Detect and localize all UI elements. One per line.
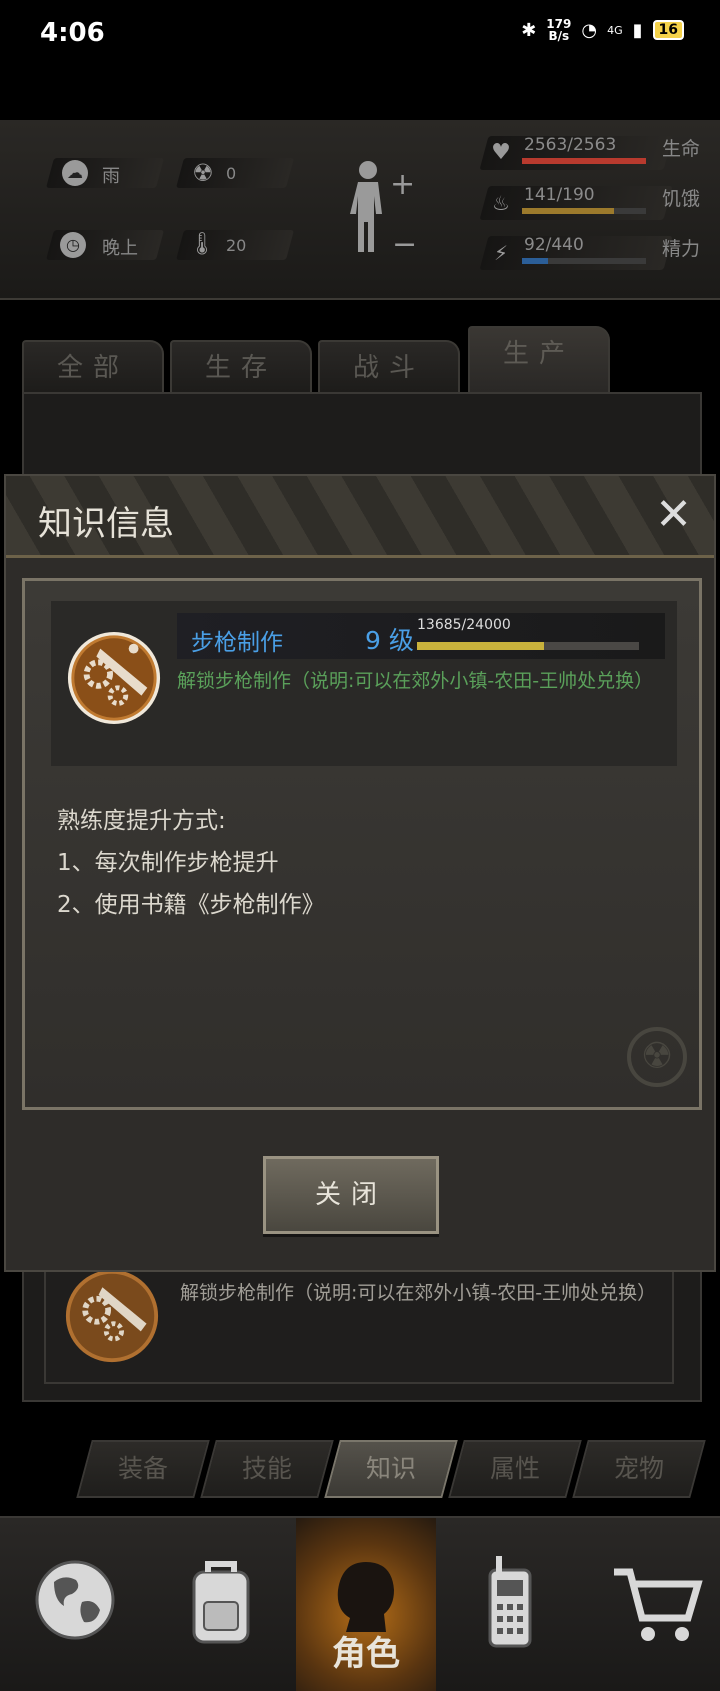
rifle-gear-icon [67,631,161,725]
health-value: 2563/2563 [524,135,617,155]
hunger-bar [522,208,646,214]
svg-text:+: + [390,167,415,202]
close-icon[interactable]: ✕ [655,490,692,540]
heart-icon: ♥ [491,140,511,165]
subtab-pets[interactable]: 宠物 [572,1440,706,1498]
time-of-day-value: 晚上 [102,238,138,259]
signal-icon: ▮ [632,19,643,41]
food-icon: ♨ [492,191,510,215]
network-type: 4G [607,23,623,37]
status-bar: 4:06 ✱ 179 B/s ◔ 4G ▮ 16 [0,0,720,70]
dialog-header: 知识信息 ✕ [6,476,714,558]
improvement-method-title: 熟练度提升方式: [57,808,226,834]
skill-exp-bar-fill [417,642,544,650]
top-hud: ☁ 雨 ☢ 0 ◷ 晚上 🌡 20 + − ♥ 2563/2563 生命 ♨ 1… [0,120,720,300]
knowledge-info-dialog: 知识信息 ✕ 步枪制作 9 级 13685/24000 解锁步枪制作（说明:可以… [4,474,716,1272]
battery-indicator: 16 [652,20,684,40]
skill-name: 步枪制作 [191,630,283,656]
radio-icon [488,1556,532,1648]
subtab-pets-label: 宠物 [613,1454,664,1483]
subtab-knowledge[interactable]: 知识 [324,1440,458,1498]
dialog-title: 知识信息 [38,504,174,544]
energy-icon: ⚡ [493,241,509,265]
skill-header: 步枪制作 9 级 13685/24000 [177,613,665,659]
character-body-icon[interactable]: + − [346,160,416,270]
tab-production[interactable]: 生产 [468,326,610,392]
globe-icon [35,1560,115,1640]
skill-exp-bar [417,642,639,650]
nav-backpack[interactable] [150,1518,290,1691]
skill-card: 步枪制作 9 级 13685/24000 解锁步枪制作（说明:可以在郊外小镇-农… [51,601,677,766]
improvement-method-1: 1、每次制作步枪提升 [57,850,279,876]
radiation-value: 0 [226,164,237,183]
bluetooth-icon: ✱ [521,19,537,41]
svg-text:−: − [392,227,416,262]
list-item-description: 解锁步枪制作（说明:可以在郊外小镇-农田-王帅处兑换） [180,1282,657,1304]
clock-icon: ◷ [60,232,86,258]
temperature-value: 20 [226,236,247,255]
energy-value: 92/440 [524,235,584,255]
tab-all[interactable]: 全部 [22,340,164,392]
skill-level: 9 级 [365,626,414,655]
nav-map[interactable] [4,1518,144,1691]
energy-label: 精力 [662,238,701,260]
skill-description: 解锁步枪制作（说明:可以在郊外小镇-农田-王帅处兑换） [177,670,654,692]
hunger-value: 141/190 [524,185,595,205]
bottom-nav: 角色 [0,1516,720,1691]
subtab-skills-label: 技能 [241,1454,292,1483]
health-bar-fill [522,158,646,164]
rain-cloud-icon: ☁ [62,160,88,186]
wifi-icon: ◔ [581,19,598,41]
tab-survival[interactable]: 生存 [170,340,312,392]
radiation-icon: ☢ [192,159,214,187]
cart-icon [614,1568,703,1641]
health-label: 生命 [662,138,701,160]
dialog-body: 步枪制作 9 级 13685/24000 解锁步枪制作（说明:可以在郊外小镇-农… [22,578,702,1110]
tab-combat[interactable]: 战斗 [318,340,460,392]
skill-exp-text: 13685/24000 [417,617,511,633]
subtab-skills[interactable]: 技能 [200,1440,334,1498]
nav-character[interactable]: 角色 [296,1518,436,1691]
net-speed: 179 B/s [546,18,571,42]
rifle-gear-icon [65,1269,159,1363]
status-icons: ✱ 179 B/s ◔ 4G ▮ 16 [521,18,684,42]
radiation-watermark-icon: ☢ [627,1027,687,1087]
subtab-equipment[interactable]: 装备 [76,1440,210,1498]
list-item[interactable]: 解锁步枪制作（说明:可以在郊外小镇-农田-王帅处兑换） [44,1269,674,1384]
energy-bar-fill [522,258,549,264]
backpack-icon [192,1561,250,1644]
close-button[interactable]: 关闭 [263,1156,439,1234]
subtab-attributes-label: 属性 [489,1454,540,1483]
hunger-bar-fill [522,208,614,214]
hunger-label: 饥饿 [662,188,701,210]
subtab-equipment-label: 装备 [117,1454,168,1483]
status-time: 4:06 [40,18,105,48]
energy-bar [522,258,646,264]
improvement-method-2: 2、使用书籍《步枪制作》 [57,892,325,918]
subtab-attributes[interactable]: 属性 [448,1440,582,1498]
weather-value: 雨 [102,166,120,187]
nav-character-label: 角色 [332,1634,400,1674]
subtab-knowledge-label: 知识 [365,1454,416,1483]
thermometer-icon: 🌡 [188,232,216,257]
health-bar [522,158,646,164]
net-speed-unit: B/s [548,29,570,43]
nav-radio[interactable] [440,1518,580,1691]
nav-shop[interactable] [580,1518,720,1691]
